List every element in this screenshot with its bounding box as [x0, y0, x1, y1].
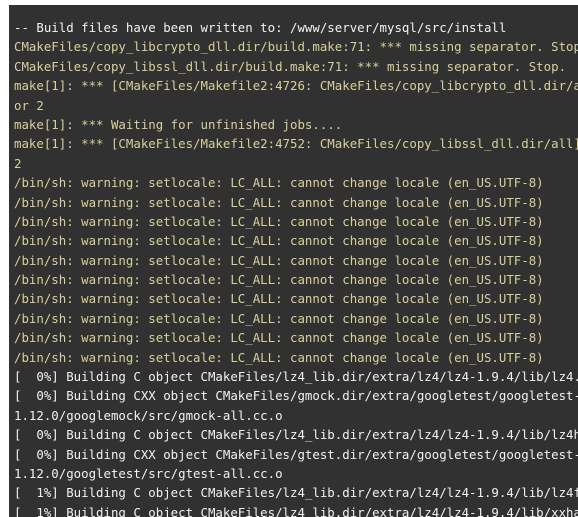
terminal-line: CMakeFiles/copy_libcrypto_dll.dir/build.…	[14, 39, 578, 55]
terminal-output-log: -- Build files have been written to: /ww…	[14, 18, 578, 517]
terminal-line: /bin/sh: warning: setlocale: LC_ALL: can…	[14, 310, 544, 326]
terminal-line: /bin/sh: warning: setlocale: LC_ALL: can…	[14, 330, 544, 346]
terminal-line: or 2	[14, 97, 44, 113]
terminal-line: /bin/sh: warning: setlocale: LC_ALL: can…	[14, 272, 544, 288]
terminal-line: [ 0%] Building C object CMakeFiles/lz4_l…	[14, 427, 578, 443]
terminal-line: -- Build files have been written to: /ww…	[14, 20, 507, 35]
terminal-line: 1.12.0/googlemock/src/gmock-all.cc.o	[14, 407, 283, 423]
terminal-line: [ 1%] Building C object CMakeFiles/lz4_l…	[14, 504, 578, 517]
terminal-line: make[1]: *** [CMakeFiles/Makefile2:4752:…	[14, 136, 578, 152]
terminal-line: /bin/sh: warning: setlocale: LC_ALL: can…	[14, 175, 544, 191]
terminal-line: /bin/sh: warning: setlocale: LC_ALL: can…	[14, 233, 544, 249]
terminal-line: make[1]: *** [CMakeFiles/Makefile2:4726:…	[14, 78, 578, 94]
terminal-line: 1.12.0/googletest/src/gtest-all.cc.o	[14, 465, 283, 481]
terminal-line: 2	[14, 155, 22, 171]
terminal-line: /bin/sh: warning: setlocale: LC_ALL: can…	[14, 213, 544, 229]
terminal-line: [ 0%] Building CXX object CMakeFiles/gmo…	[14, 388, 578, 404]
terminal-line: [ 0%] Building CXX object CMakeFiles/gte…	[14, 446, 578, 462]
terminal-line: CMakeFiles/copy_libssl_dll.dir/build.mak…	[14, 58, 567, 74]
terminal-line: /bin/sh: warning: setlocale: LC_ALL: can…	[14, 194, 544, 210]
terminal-line: make[1]: *** Waiting for unfinished jobs…	[14, 116, 343, 132]
terminal-line: [ 1%] Building C object CMakeFiles/lz4_l…	[14, 485, 578, 501]
terminal-line: /bin/sh: warning: setlocale: LC_ALL: can…	[14, 291, 544, 307]
terminal-screen[interactable]: -- Build files have been written to: /ww…	[9, 5, 578, 517]
terminal-line: [ 0%] Building C object CMakeFiles/lz4_l…	[14, 369, 578, 385]
terminal-line: /bin/sh: warning: setlocale: LC_ALL: can…	[14, 252, 544, 268]
terminal-line: /bin/sh: warning: setlocale: LC_ALL: can…	[14, 349, 544, 365]
terminal-window: -- Build files have been written to: /ww…	[0, 0, 578, 517]
